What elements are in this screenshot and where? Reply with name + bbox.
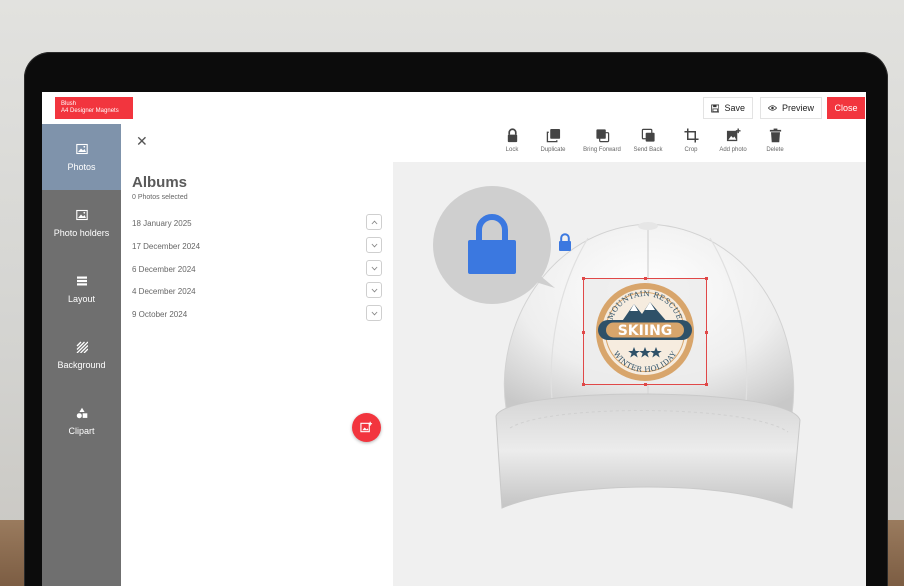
panel-close-icon[interactable]: ✕ [136, 133, 148, 150]
resize-handle[interactable] [582, 277, 585, 280]
sidebar-item-label: Background [57, 359, 106, 370]
preview-button[interactable]: Preview [760, 97, 822, 119]
sidebar-item-photos[interactable]: Photos [42, 124, 121, 190]
image-icon [75, 143, 88, 154]
chevron-down-icon[interactable] [366, 237, 382, 253]
trash-icon [769, 128, 781, 143]
resize-handle[interactable] [705, 277, 708, 280]
album-row[interactable]: 17 December 2024 [132, 237, 384, 255]
resize-handle[interactable] [705, 331, 708, 334]
lock-icon [507, 128, 517, 143]
save-button[interactable]: Save [703, 97, 753, 119]
sidebar: Photos Photo holders Layout Background C… [42, 124, 121, 586]
album-label: 6 December 2024 [132, 265, 196, 274]
tool-label: Send Back [633, 147, 663, 153]
bring-forward-icon [595, 129, 609, 143]
locked-indicator-icon[interactable] [557, 232, 573, 252]
stripes-icon [76, 341, 88, 353]
album-label: 18 January 2025 [132, 219, 192, 228]
save-label: Save [724, 103, 745, 113]
sidebar-item-layout[interactable]: Layout [42, 256, 121, 322]
album-row[interactable]: 4 December 2024 [132, 282, 384, 300]
eye-icon [768, 105, 777, 111]
tool-label: Bring Forward [583, 147, 621, 153]
lock-icon [468, 214, 516, 274]
close-button[interactable]: Close [827, 97, 865, 119]
duplicate-icon [546, 128, 560, 143]
photos-selected-count: 0 Photos selected [132, 194, 188, 201]
top-bar: Blush A4 Designer Magnets Save Preview C… [42, 92, 866, 124]
add-image-icon [360, 421, 373, 433]
resize-handle[interactable] [582, 331, 585, 334]
tool-label: Crop [684, 147, 698, 153]
product-badge-line2: A4 Designer Magnets [61, 108, 119, 114]
send-back-icon [641, 128, 655, 142]
tool-label: Duplicate [540, 147, 566, 153]
album-row[interactable]: 6 December 2024 [132, 260, 384, 278]
sidebar-item-photo-holders[interactable]: Photo holders [42, 190, 121, 256]
chevron-down-icon[interactable] [366, 305, 382, 321]
logo-main-text: SKIING [618, 323, 673, 339]
sidebar-item-label: Layout [67, 293, 96, 304]
tool-label: Add photo [719, 147, 747, 153]
album-label: 4 December 2024 [132, 287, 196, 296]
edit-toolbar: Lock Duplicate Bring Forward Send Back C… [393, 124, 866, 162]
shapes-icon [76, 407, 87, 418]
album-label: 9 October 2024 [132, 310, 188, 319]
sidebar-item-label: Clipart [68, 425, 95, 436]
album-label: 17 December 2024 [132, 242, 201, 251]
preview-label: Preview [781, 103, 814, 113]
duplicate-tool[interactable]: Duplicate [528, 128, 578, 153]
crop-icon [683, 128, 699, 143]
tool-label: Lock [505, 147, 519, 153]
albums-panel: ✕ Albums 0 Photos selected 18 January 20… [121, 124, 393, 586]
sidebar-item-background[interactable]: Background [42, 322, 121, 388]
sidebar-item-label: Photo holders [53, 227, 110, 238]
product-badge-line1: Blush [61, 101, 77, 107]
product-badge: Blush A4 Designer Magnets [55, 97, 133, 119]
skiing-logo-artwork: SKIING MOUNTAIN RESCUE WINTER HOLIDAY [596, 283, 694, 381]
album-row[interactable]: 18 January 2025 [132, 214, 384, 232]
callout-tail [519, 258, 555, 288]
chevron-down-icon[interactable] [366, 282, 382, 298]
sidebar-item-label: Photos [67, 161, 96, 172]
album-row[interactable]: 9 October 2024 [132, 305, 384, 323]
layout-icon [76, 276, 87, 285]
image-icon [75, 209, 88, 220]
panel-title: Albums [132, 174, 188, 191]
editor-screen: Blush A4 Designer Magnets Save Preview C… [42, 92, 866, 586]
chevron-down-icon[interactable] [366, 260, 382, 276]
save-icon [711, 104, 720, 112]
chevron-up-icon[interactable] [366, 214, 382, 230]
design-canvas[interactable]: SKIING MOUNTAIN RESCUE WINTER HOLIDAY [393, 162, 866, 586]
add-image-button[interactable] [352, 413, 381, 442]
add-photo-icon [726, 128, 741, 142]
sidebar-item-clipart[interactable]: Clipart [42, 388, 121, 454]
bring-forward-tool[interactable]: Bring Forward [577, 128, 627, 153]
resize-handle[interactable] [582, 383, 585, 386]
resize-handle[interactable] [705, 383, 708, 386]
delete-tool[interactable]: Delete [750, 128, 800, 153]
tool-label: Delete [766, 147, 784, 153]
